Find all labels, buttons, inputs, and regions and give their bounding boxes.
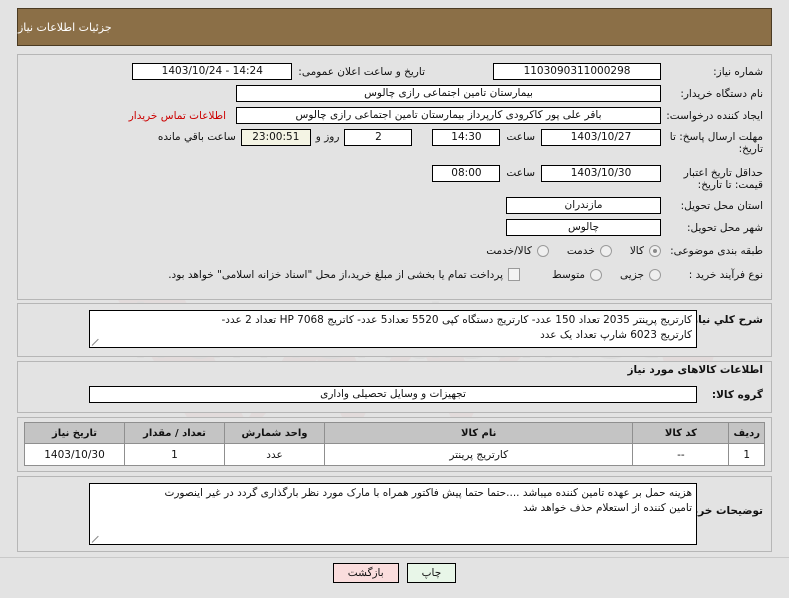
cell-row-index: 1 [728,443,765,466]
th-goods-name: نام کالا [323,422,634,444]
notes-line-1: هزینه حمل بر عهده تامین کننده میباشد ...… [164,487,692,499]
back-button[interactable]: بازگشت [332,563,399,583]
category-label: طبقه بندی موضوعی: [670,245,763,257]
th-quantity: تعداد / مقدار [124,422,225,444]
cell-need-date: 1403/10/30 [24,443,125,466]
cell-unit: عدد [224,443,325,466]
category-option-khedmat-label: خدمت [566,245,595,257]
footer-divider [0,557,789,558]
resize-grip-icon[interactable] [91,338,100,347]
notes-line-2: تامین کننده از استعلام حذف خواهد شد [522,502,692,514]
deadline-hour-label: ساعت [506,131,535,143]
th-unit: واحد شمارش [224,422,325,444]
remaining-days-label: روز و [315,131,340,143]
goods-info-panel: اطلاعات کالاهای مورد نیاز گروه کالا: تجه… [17,361,772,413]
validity-label: حداقل تاریخ اعتبار قیمت: تا تاریخ: [683,167,763,191]
description-line-1: کارتریج پرینتر 2035 تعداد 150 عدد- کارتر… [221,314,692,326]
category-option-kala[interactable]: کالا [630,245,661,257]
description-textarea[interactable]: کارتریج پرینتر 2035 تعداد 150 عدد- کارتر… [89,310,697,348]
radio-motevaset-icon[interactable] [590,268,603,281]
requester-field[interactable]: باقر علی پور کاکرودی کارپرداز بیمارستان … [236,107,661,124]
radio-khedmat-icon[interactable] [599,245,612,257]
remaining-clock-label: ساعت باقي مانده [157,131,236,143]
radio-kala-khedmat-icon[interactable] [536,245,549,257]
goods-table: ردیف کد کالا نام کالا واحد شمارش تعداد /… [24,422,765,466]
province-field[interactable]: مازندران [506,197,661,214]
radio-jozi-icon[interactable] [649,268,661,281]
table-row: 1 -- کارتریج پرینتر عدد 1 1403/10/30 [24,443,765,466]
goods-group-label: گروه کالا: [711,388,763,401]
validity-date-field[interactable]: 1403/10/30 [541,165,661,182]
process-label: نوع فرآیند خرید : [688,268,763,281]
need-number-label: شماره نیاز: [713,65,763,78]
cell-goods-code: -- [632,443,730,466]
treasury-bond-checkbox-group[interactable]: پرداخت تمام یا بخشی از مبلغ خرید،از محل … [168,268,521,281]
buyer-org-label: نام دستگاه خریدار: [680,87,763,100]
process-option-motevaset-label: متوسط [552,268,586,281]
remaining-clock-field: 23:00:51 [240,129,311,146]
announce-label: تاریخ و ساعت اعلان عمومی: [298,65,425,78]
validity-hour-label: ساعت [506,167,535,179]
requester-label: ایجاد کننده درخواست: [666,109,763,122]
goods-group-field[interactable]: تجهیزات و وسایل تحصیلی واداری [89,386,697,403]
th-goods-code: کد کالا [632,422,730,444]
category-option-kala-khedmat[interactable]: کالا/خدمت [486,245,549,257]
notes-label: توضیحات خریدار: [674,505,763,517]
need-details-panel: شماره نیاز: 1103090311000298 تاریخ و ساع… [17,54,772,300]
category-option-kala-khedmat-label: کالا/خدمت [486,245,532,257]
remaining-days-field: 2 [344,129,413,146]
province-label: استان محل تحویل: [680,199,763,212]
deadline-date-field[interactable]: 1403/10/27 [541,129,661,146]
category-option-khedmat[interactable]: خدمت [567,245,612,257]
notes-resize-grip-icon[interactable] [91,535,100,544]
treasury-checkbox-label: پرداخت تمام یا بخشی از مبلغ خرید،از محل … [168,268,504,281]
description-line-2: کارتریج 6023 شارپ تعداد یک عدد [540,329,692,341]
city-field[interactable]: چالوس [506,219,661,236]
announce-datetime-field[interactable]: 14:24 - 1403/10/24 [132,63,293,80]
buyer-notes-textarea[interactable]: هزینه حمل بر عهده تامین کننده میباشد ...… [89,483,697,545]
description-label: شرح کلي نیاز: [687,314,763,326]
page-root: iranTender.net جزئیات اطلاعات نیاز شماره… [0,0,789,598]
process-option-motevaset[interactable]: متوسط [552,268,603,281]
treasury-checkbox[interactable] [508,268,521,281]
deadline-time-field[interactable]: 14:30 [432,129,501,146]
buyer-contact-link[interactable]: اطلاعات تماس خریدار [129,110,226,122]
need-number-field[interactable]: 1103090311000298 [493,63,661,80]
need-description-panel: شرح کلي نیاز: کارتریج پرینتر 2035 تعداد … [17,303,772,357]
category-option-kala-label: کالا [629,245,644,257]
table-header-row: ردیف کد کالا نام کالا واحد شمارش تعداد /… [24,422,765,444]
deadline-label: مهلت ارسال پاسخ: تا تاریخ: [669,131,763,155]
buyer-org-field[interactable]: بیمارستان تامین اجتماعی رازی چالوس [236,85,661,102]
cell-quantity: 1 [124,443,225,466]
th-need-date: تاریخ نیاز [24,422,125,444]
validity-time-field[interactable]: 08:00 [432,165,501,182]
goods-table-panel: ردیف کد کالا نام کالا واحد شمارش تعداد /… [17,417,772,472]
radio-kala-icon[interactable] [649,245,661,257]
page-title: جزئیات اطلاعات نیاز [17,8,772,46]
process-option-jozi-label: جزیی [620,268,644,281]
title-bar: جزئیات اطلاعات نیاز [17,8,772,46]
buyer-notes-panel: توضیحات خریدار: هزینه حمل بر عهده تامین … [17,476,772,552]
cell-goods-name: کارتریج پرینتر [323,443,634,466]
city-label: شهر محل تحویل: [687,221,763,234]
print-button[interactable]: چاپ [406,563,457,583]
footer-actions: چاپ بازگشت [0,563,789,583]
process-option-jozi[interactable]: جزیی [620,268,661,281]
th-row-index: ردیف [728,422,765,444]
goods-section-title: اطلاعات کالاهای مورد نیاز [627,364,763,376]
